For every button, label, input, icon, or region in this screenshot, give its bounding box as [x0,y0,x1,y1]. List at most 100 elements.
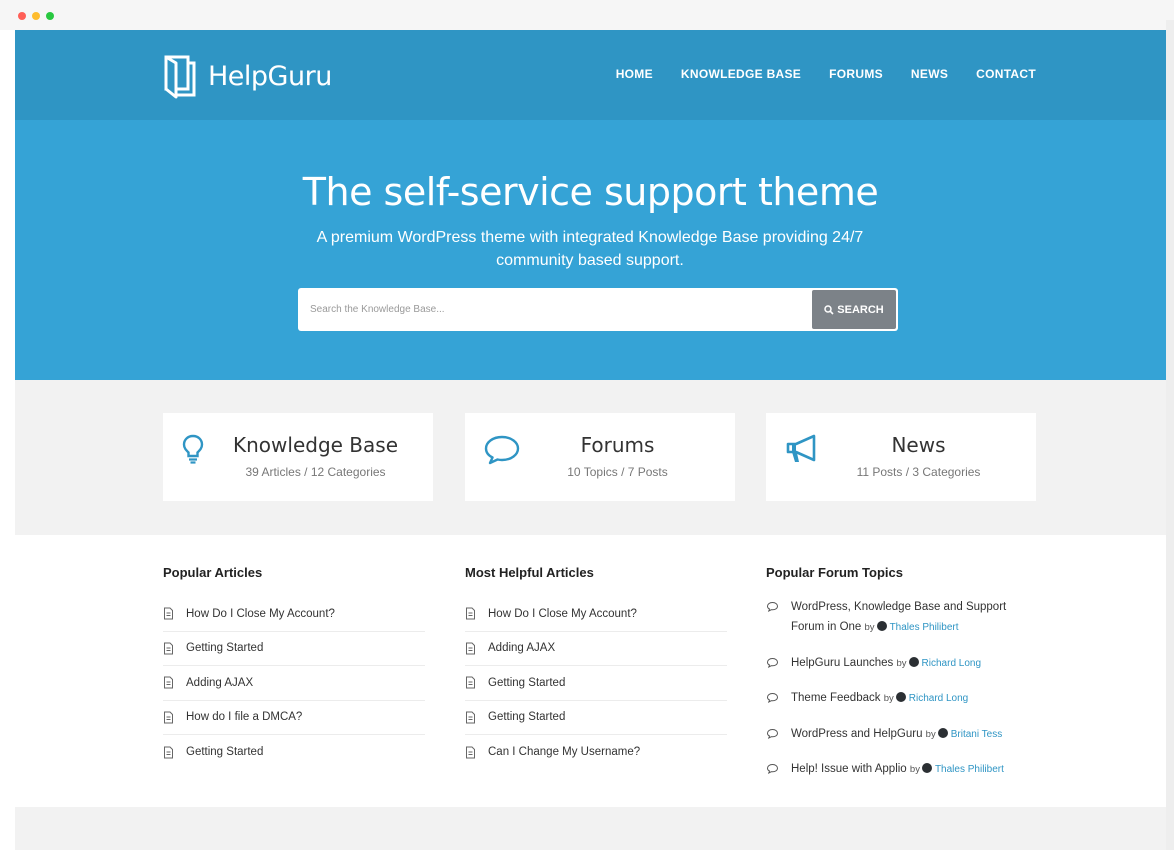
close-window-dot[interactable] [18,12,26,20]
avatar [895,692,906,702]
comment-icon [766,601,779,612]
article-link[interactable]: How do I file a DMCA? [163,701,425,735]
website: HelpGuru HOME KNOWLEDGE BASE FORUMS NEWS… [15,30,1166,850]
footer-band [15,807,1166,850]
avatar [908,656,919,667]
nav-contact[interactable]: CONTACT [976,67,1036,81]
article-link[interactable]: Getting Started [163,632,425,666]
box-subtitle: 10 Topics / 7 Posts [567,465,668,479]
avatar [921,763,932,773]
box-subtitle: 39 Articles / 12 Categories [245,465,386,479]
article-title: Can I Change My Username? [488,746,641,759]
document-icon [466,711,475,724]
by-label: by [909,764,920,775]
nav-knowledge-base[interactable]: KNOWLEDGE BASE [681,67,801,81]
by-label: by [896,657,907,669]
document-icon [164,711,173,724]
search-input[interactable] [298,288,810,331]
search-bar: SEARCH [298,288,898,331]
article-link[interactable]: Adding AJAX [465,632,727,666]
box-title: Forums [580,433,655,457]
document-icon [164,607,173,620]
box-subtitle: 11 Posts / 3 Categories [856,465,981,479]
by-label: by [864,622,875,633]
article-title: Getting Started [186,642,264,655]
comment-icon [766,692,779,703]
minimize-window-dot[interactable] [32,12,40,20]
article-lists: Popular Articles How Do I Close My Accou… [15,535,1166,807]
topic-author[interactable]: Richard Long [922,658,981,669]
article-link[interactable]: Can I Change My Username? [465,735,727,770]
article-title: How do I file a DMCA? [186,711,303,724]
article-title: How Do I Close My Account? [186,607,335,620]
topic-title: Help! Issue with Applio [791,763,907,775]
logo-text: HelpGuru [208,60,332,92]
forum-topic[interactable]: WordPress and HelpGuru by Britani Tess [766,724,1038,745]
feature-boxes: Knowledge Base 39 Articles / 12 Categori… [15,380,1166,535]
box-title: News [891,433,946,457]
article-title: Getting Started [186,746,264,759]
avatar [876,621,887,631]
comment-icon [766,728,779,739]
article-link[interactable]: How Do I Close My Account? [163,597,425,632]
topic-title: Theme Feedback [791,692,881,704]
article-title: How Do I Close My Account? [488,607,637,620]
section-heading: Popular Articles [163,565,263,580]
article-title: Adding AJAX [186,676,254,689]
window-controls [18,12,54,20]
forum-topic[interactable]: Help! Issue with Applio by Thales Philibe… [766,759,1038,780]
comment-icon [766,657,779,668]
section-heading: Most Helpful Articles [465,565,594,580]
by-label: by [925,728,936,740]
document-icon [164,642,173,655]
topic-title: WordPress and HelpGuru [791,727,923,740]
search-button[interactable]: SEARCH [812,290,896,329]
nav-news[interactable]: NEWS [911,67,948,81]
article-title: Getting Started [488,711,566,724]
topic-author[interactable]: Richard Long [909,693,968,704]
comment-icon [766,763,779,774]
search-icon [824,304,834,315]
hero-section: The self-service support theme A premium… [15,120,1166,380]
maximize-window-dot[interactable] [46,12,54,20]
main-nav: HOME KNOWLEDGE BASE FORUMS NEWS CONTACT [616,67,1036,81]
section-heading: Popular Forum Topics [766,565,903,580]
popular-articles: Popular Articles How Do I Close My Accou… [163,565,425,770]
document-icon [466,746,475,759]
article-link[interactable]: Getting Started [163,735,425,770]
logo[interactable]: HelpGuru [162,53,332,99]
article-link[interactable]: Adding AJAX [163,666,425,701]
document-icon [466,676,475,689]
browser-chrome [0,0,1174,30]
document-icon [164,746,173,759]
document-icon [164,676,173,689]
document-icon [466,607,475,620]
nav-home[interactable]: HOME [616,67,653,81]
box-knowledge-base[interactable]: Knowledge Base 39 Articles / 12 Categori… [163,413,433,501]
topic-author[interactable]: Britani Tess [951,729,1003,740]
forum-topic[interactable]: Theme Feedback by Richard Long [766,688,1038,709]
box-title: Knowledge Base [233,433,398,457]
window-edge [1166,20,1174,850]
box-news[interactable]: News 11 Posts / 3 Categories [766,413,1036,501]
forum-topic[interactable]: WordPress, Knowledge Base and Support Fo… [766,597,1038,638]
popular-forum-topics: Popular Forum Topics WordPress, Knowledg… [766,565,1038,795]
avatar [937,727,948,738]
hero-title: The self-service support theme [302,170,879,214]
article-link[interactable]: Getting Started [465,666,727,701]
forum-topic[interactable]: HelpGuru Launches by Richard Long [766,653,1038,674]
topic-author[interactable]: Thales Philibert [890,622,959,633]
most-helpful-articles: Most Helpful Articles How Do I Close My … [465,565,727,770]
topic-author[interactable]: Thales Philibert [935,764,1004,775]
nav-forums[interactable]: FORUMS [829,67,883,81]
article-link[interactable]: Getting Started [465,701,727,735]
article-title: Getting Started [488,676,566,689]
article-link[interactable]: How Do I Close My Account? [465,597,727,632]
search-button-label: SEARCH [837,303,884,316]
document-icon [466,642,475,655]
article-title: Adding AJAX [488,642,556,655]
box-forums[interactable]: Forums 10 Topics / 7 Posts [465,413,735,501]
book-logo-icon [164,55,196,99]
by-label: by [883,693,894,704]
topic-title: HelpGuru Launches [791,656,894,669]
